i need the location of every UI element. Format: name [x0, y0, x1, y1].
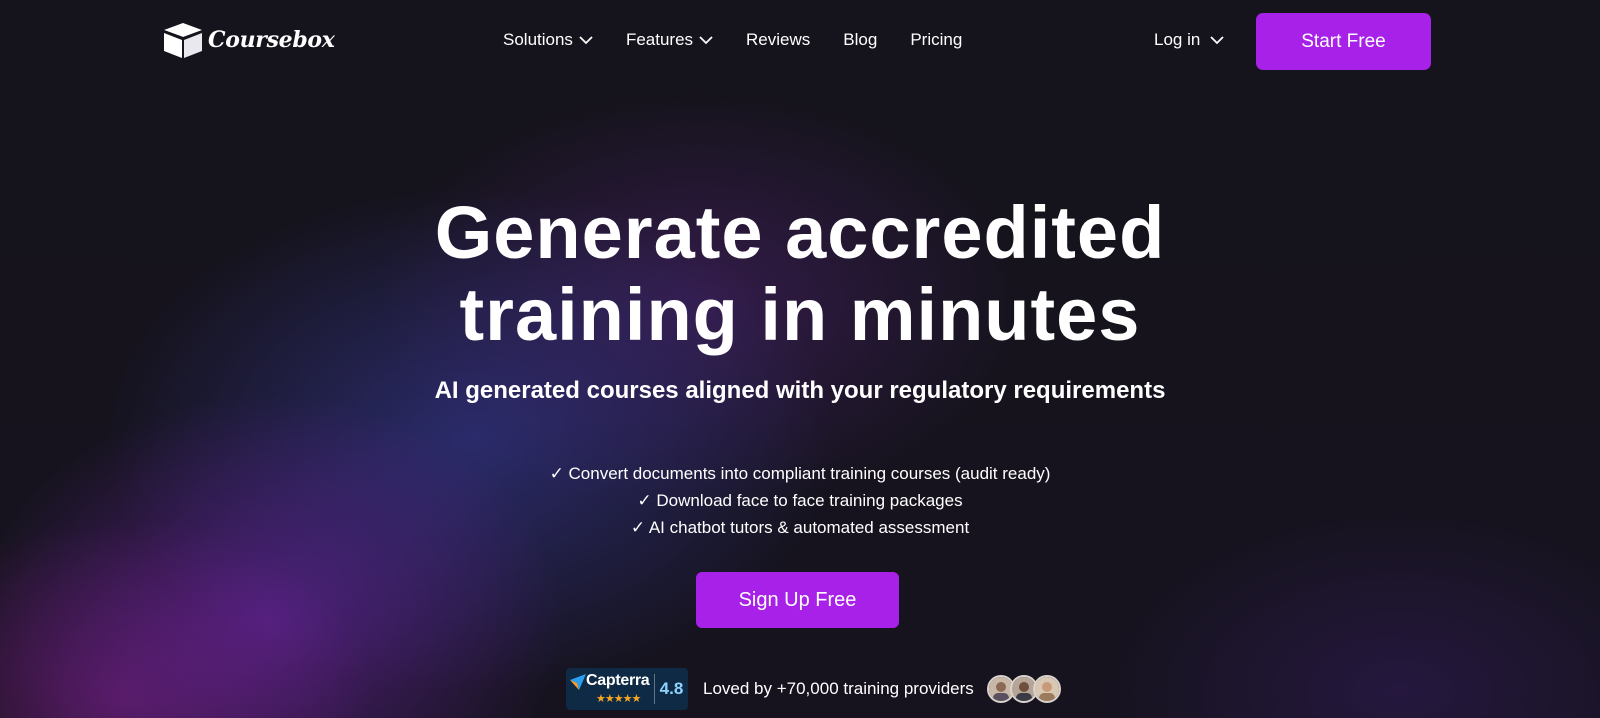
start-free-button[interactable]: Start Free [1256, 13, 1431, 70]
capterra-name: Capterra [586, 672, 650, 689]
avatar-group [986, 675, 1061, 703]
star-icon: ★ [596, 693, 606, 705]
star-icon: ★ [613, 693, 624, 705]
capterra-badge[interactable]: Capterra ★★★★★ 4.8 [566, 668, 688, 710]
nav-item-blog[interactable]: Blog [843, 30, 877, 50]
hero-subtitle: AI generated courses aligned with your r… [434, 377, 1166, 404]
star-rating: ★★★★★ [596, 692, 642, 705]
nav-item-label: Features [625, 30, 694, 49]
nav-item-label: Blog [843, 30, 878, 49]
star-icon: ★ [604, 693, 615, 705]
loved-by-text: Loved by +70,000 training providers [703, 679, 974, 698]
login-label: Log in [1154, 30, 1201, 49]
capterra-score: 4.8 [659, 679, 684, 698]
sign-up-free-button[interactable]: Sign Up Free [696, 572, 899, 628]
feature-list: ✓ Convert documents into compliant train… [0, 460, 1600, 541]
capterra-badge-left: Capterra ★★★★★ [566, 668, 654, 710]
capterra-arrow-icon [570, 674, 586, 690]
nav-item-label: Reviews [746, 30, 811, 49]
nav-item-features[interactable]: Features [626, 30, 713, 50]
nav-item-pricing[interactable]: Pricing [910, 30, 962, 50]
star-icon: ★ [631, 693, 642, 705]
nav-item-label: Pricing [910, 30, 963, 49]
nav-item-label: Solutions [503, 30, 573, 49]
avatar [1032, 675, 1061, 703]
logo-text: Coursebox [208, 27, 335, 53]
chevron-down-icon [699, 36, 713, 45]
chevron-down-icon [579, 36, 593, 45]
coursebox-box-logo-icon [164, 23, 202, 58]
hero-title-line-2: training in minutes [459, 273, 1141, 356]
nav-links: Solutions Features Reviews Blog Pricing [503, 30, 995, 50]
nav-item-solutions[interactable]: Solutions [503, 30, 593, 50]
star-icon: ★ [622, 693, 633, 705]
feature-item: ✓ Convert documents into compliant train… [549, 464, 1051, 483]
social-proof-row: Capterra ★★★★★ 4.8 Loved by +70,000 trai… [566, 668, 1061, 710]
hero-title: Generate accredited training in minutes [0, 192, 1600, 356]
login-menu[interactable]: Log in [1154, 30, 1224, 50]
chevron-down-icon [1210, 36, 1224, 45]
top-navigation: Coursebox Solutions Features Reviews Blo… [0, 0, 1600, 82]
nav-item-reviews[interactable]: Reviews [746, 30, 810, 50]
feature-item: ✓ AI chatbot tutors & automated assessme… [630, 518, 970, 537]
hero-title-line-1: Generate accredited [434, 191, 1166, 274]
feature-item: ✓ Download face to face training package… [637, 491, 963, 510]
logo[interactable]: Coursebox [162, 20, 335, 60]
